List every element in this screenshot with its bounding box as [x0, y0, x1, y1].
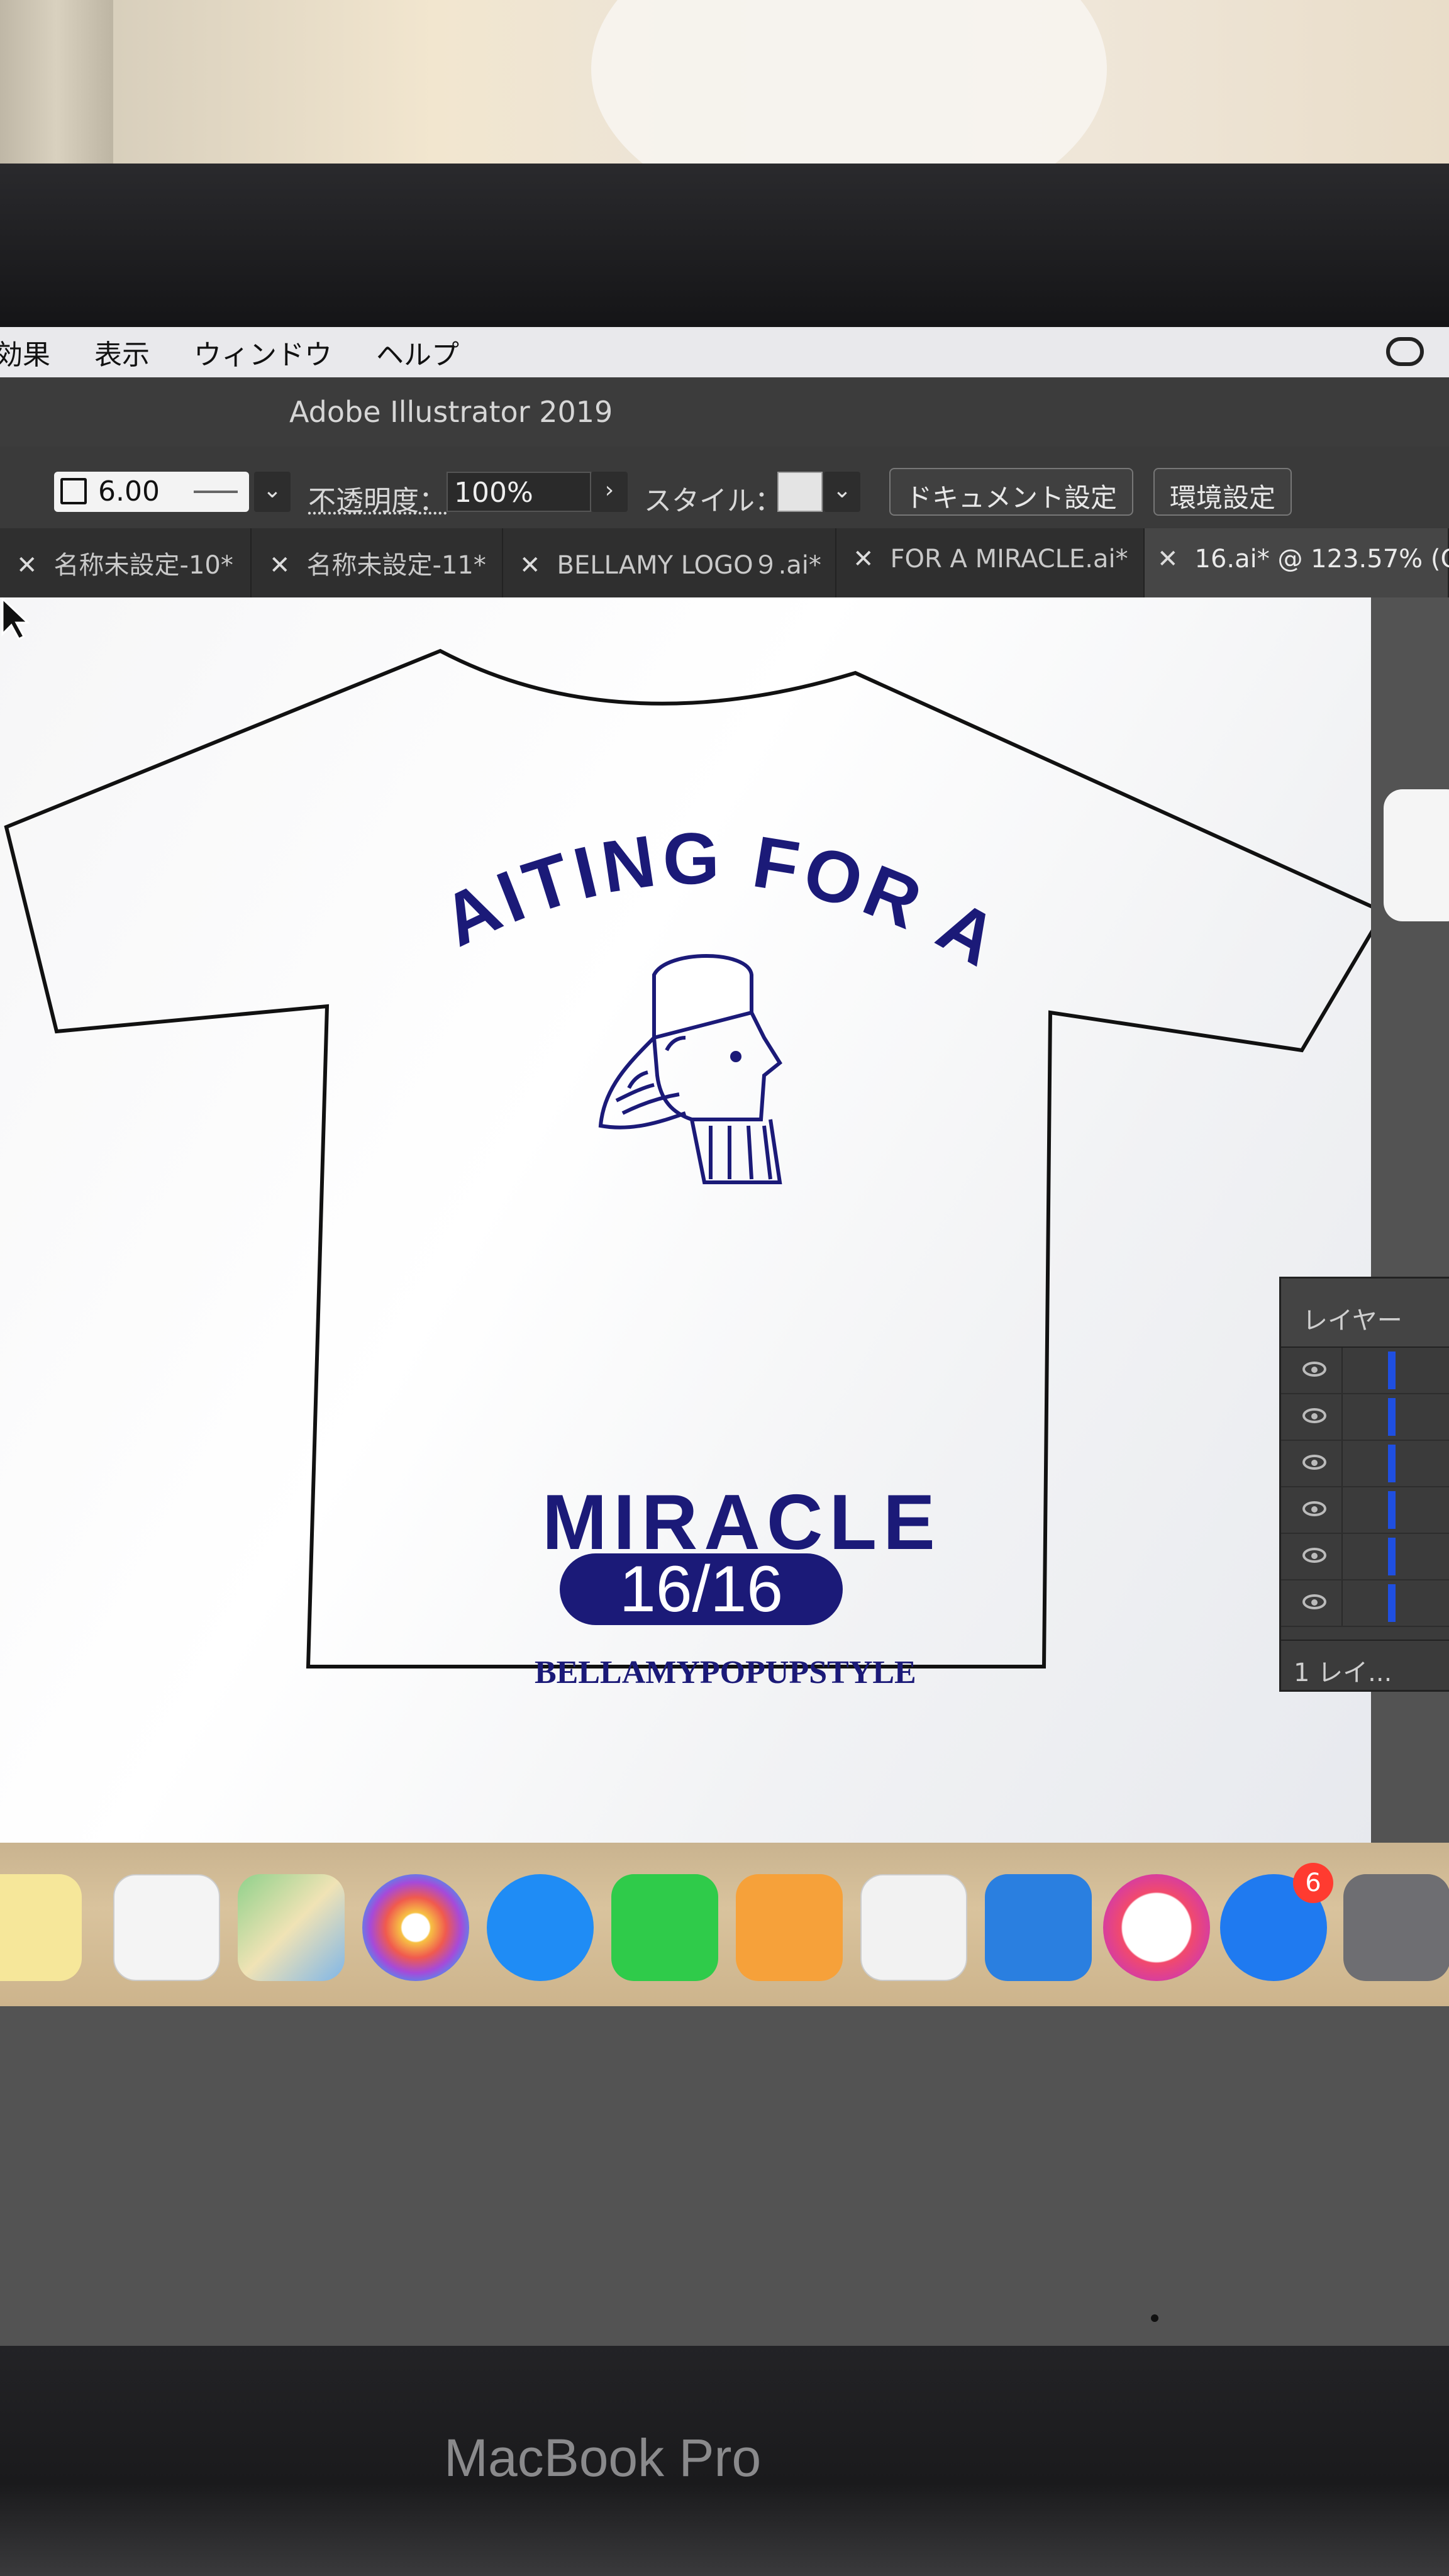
- eye-icon[interactable]: [1302, 1408, 1326, 1423]
- layers-panel-title[interactable]: レイヤー: [1281, 1279, 1449, 1348]
- device-label: MacBook Pro: [444, 2428, 762, 2487]
- layers-panel: レイヤー 1 レイ...: [1279, 1277, 1449, 1692]
- menu-help[interactable]: ヘルプ: [376, 332, 459, 372]
- tab-label: 名称未設定-10*: [53, 551, 233, 580]
- vpn-shield-icon[interactable]: [1384, 789, 1449, 921]
- tab-untitled-11[interactable]: ✕ 名称未設定-11*: [252, 528, 503, 597]
- pages-icon[interactable]: [736, 1874, 843, 1981]
- tab-untitled-10[interactable]: ✕ 名称未設定-10*: [0, 528, 252, 597]
- layer-row[interactable]: [1281, 1348, 1449, 1394]
- menu-effect[interactable]: 効果: [0, 332, 50, 372]
- tab-bellamy-logo[interactable]: ✕ BELLAMY LOGO９.ai*: [503, 528, 836, 597]
- eye-icon[interactable]: [1302, 1548, 1326, 1563]
- divider: [1341, 1487, 1343, 1533]
- dock: 6: [0, 1843, 1449, 2006]
- style-label: スタイル：: [644, 485, 782, 517]
- layer-row[interactable]: [1281, 1534, 1449, 1580]
- layer-color-bar: [1388, 1584, 1396, 1622]
- close-icon[interactable]: ✕: [16, 551, 38, 580]
- tab-for-a-miracle[interactable]: ✕ FOR A MIRACLE.ai*: [836, 528, 1145, 597]
- mouse-cursor-icon: [1, 597, 30, 640]
- layer-color-bar: [1388, 1352, 1396, 1389]
- opacity-input[interactable]: 100%: [447, 472, 591, 512]
- divider: [1341, 1534, 1343, 1579]
- chevron-right-icon[interactable]: ›: [591, 472, 628, 512]
- menu-window[interactable]: ウィンドウ: [194, 332, 332, 372]
- notes-icon[interactable]: [0, 1874, 82, 1981]
- notification-badge: 6: [1293, 1863, 1333, 1903]
- control-bar: 6.00 ⌄ 不透明度： 100% › スタイル： ⌄ ドキュメント設定 環境設…: [0, 447, 1449, 528]
- date-pill: 16/16: [560, 1553, 843, 1625]
- document-settings-button[interactable]: ドキュメント設定: [889, 468, 1134, 516]
- tab-label: 16.ai* @ 123.57% (CM: [1194, 545, 1449, 574]
- close-icon[interactable]: ✕: [1157, 545, 1179, 574]
- eye-icon[interactable]: [1302, 1501, 1326, 1516]
- stroke-value: 6.00: [98, 475, 160, 508]
- window-title-bar: Adobe Illustrator 2019: [0, 377, 1449, 447]
- bearded-head-illustration: [598, 954, 782, 1184]
- layer-row[interactable]: [1281, 1487, 1449, 1534]
- close-icon[interactable]: ✕: [269, 551, 291, 580]
- chevron-down-icon[interactable]: ⌄: [254, 472, 291, 512]
- numbers-icon[interactable]: [860, 1874, 967, 1981]
- document-tabs: ✕ 名称未設定-10* ✕ 名称未設定-11* ✕ BELLAMY LOGO９.ai*…: [0, 528, 1449, 597]
- preferences-button[interactable]: 環境設定: [1153, 468, 1292, 516]
- layer-color-bar: [1388, 1491, 1396, 1529]
- layers-panel-footer: 1 レイ...: [1281, 1640, 1449, 1690]
- running-indicator: [1151, 2314, 1158, 2322]
- eye-icon[interactable]: [1302, 1362, 1326, 1377]
- window-title: Adobe Illustrator 2019: [289, 395, 613, 429]
- maps-icon[interactable]: [238, 1874, 345, 1981]
- arc-text: WAITING FOR A.: [0, 597, 1010, 984]
- tab-label: BELLAMY LOGO９.ai*: [557, 551, 821, 580]
- laptop-bezel-top: [0, 164, 1449, 340]
- eye-icon[interactable]: [1302, 1455, 1326, 1470]
- chevron-down-icon[interactable]: ⌄: [824, 472, 860, 512]
- photos-icon[interactable]: [362, 1874, 469, 1981]
- menu-bar: 効果 表示 ウィンドウ ヘルプ: [0, 327, 1449, 377]
- reminders-icon[interactable]: [113, 1874, 220, 1981]
- layer-row[interactable]: [1281, 1441, 1449, 1487]
- tab-label: 名称未設定-11*: [306, 551, 486, 580]
- app-store-icon[interactable]: 6: [1220, 1863, 1333, 1981]
- stroke-weight-field[interactable]: 6.00: [54, 472, 249, 512]
- artboard[interactable]: WAITING FOR A. MIRACLE 16/16 BELLAMYPOPU…: [0, 597, 1371, 1855]
- eye-icon[interactable]: [1302, 1594, 1326, 1609]
- system-preferences-icon[interactable]: [1343, 1874, 1449, 1981]
- stroke-profile-icon: [194, 491, 238, 493]
- stroke-icon: [60, 478, 87, 504]
- tab-label: FOR A MIRACLE.ai*: [890, 545, 1128, 574]
- style-swatch[interactable]: [777, 472, 823, 512]
- keynote-icon[interactable]: [985, 1874, 1092, 1981]
- divider: [1341, 1348, 1343, 1393]
- divider: [1341, 1580, 1343, 1626]
- layer-color-bar: [1388, 1445, 1396, 1482]
- menu-view[interactable]: 表示: [94, 332, 150, 372]
- divider: [1341, 1441, 1343, 1486]
- layer-row[interactable]: [1281, 1394, 1449, 1441]
- layer-row[interactable]: [1281, 1580, 1449, 1627]
- tab-16-active[interactable]: ✕ 16.ai* @ 123.57% (CM: [1145, 528, 1449, 597]
- screen: 効果 表示 ウィンドウ ヘルプ Adobe Illustrator 2019 6…: [0, 327, 1449, 2346]
- messages-icon[interactable]: [487, 1874, 594, 1981]
- layer-color-bar: [1388, 1538, 1396, 1575]
- facetime-icon[interactable]: [611, 1874, 718, 1981]
- opacity-label[interactable]: 不透明度：: [308, 478, 447, 518]
- divider: [1341, 1394, 1343, 1440]
- layer-color-bar: [1388, 1398, 1396, 1436]
- close-icon[interactable]: ✕: [519, 551, 541, 580]
- creative-cloud-icon[interactable]: [1386, 337, 1424, 366]
- music-icon[interactable]: [1103, 1874, 1210, 1981]
- svg-text:WAITING FOR A.: WAITING FOR A.: [0, 597, 1015, 984]
- footer-text: BELLAMYPOPUPSTYLE: [535, 1655, 916, 1690]
- close-icon[interactable]: ✕: [853, 545, 874, 574]
